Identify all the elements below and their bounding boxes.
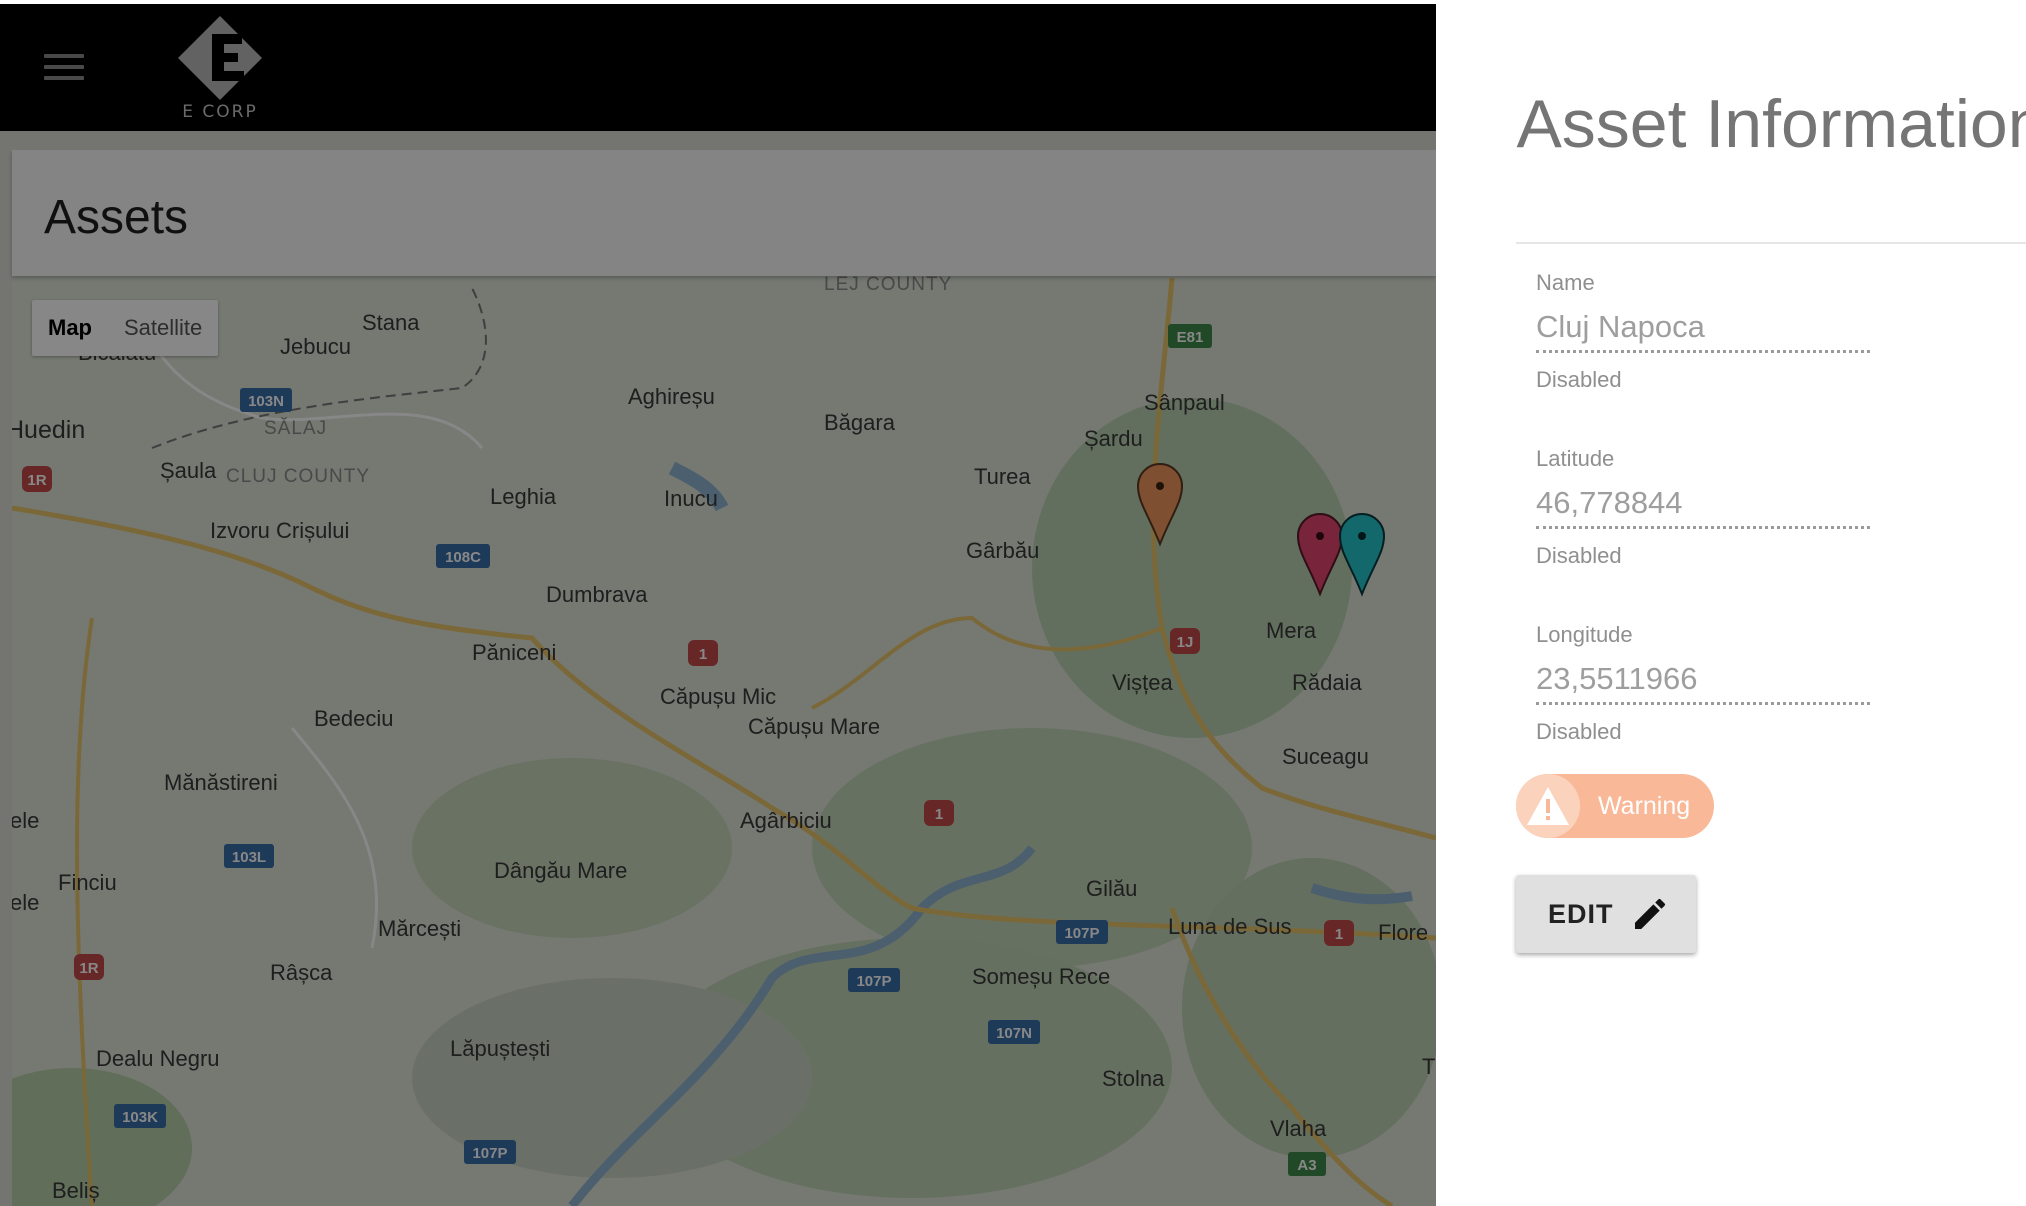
pencil-icon (1634, 898, 1665, 929)
name-field: Name Cluj Napoca Disabled (1536, 270, 1876, 393)
modal-backdrop[interactable] (0, 4, 1436, 1206)
latitude-input: 46,778844 (1536, 480, 1870, 529)
field-helper-text: Disabled (1536, 367, 1622, 392)
latitude-field: Latitude 46,778844 Disabled (1536, 446, 1876, 569)
field-label: Longitude (1536, 622, 1633, 647)
longitude-input: 23,5511966 (1536, 656, 1870, 705)
field-label: Name (1536, 270, 1595, 295)
app-area: E CORP SĂLAJ CLUJ COUNTY LEJ COUNTY Jebu… (0, 4, 1436, 1206)
asset-info-panel: Asset Information Name Cluj Napoca Disab… (1436, 4, 2026, 1206)
field-label: Latitude (1536, 446, 1615, 471)
edit-button[interactable]: EDIT (1516, 875, 1696, 953)
edit-button-label: EDIT (1548, 898, 1614, 929)
status-badge-label: Warning (1598, 791, 1691, 820)
panel-divider (1516, 242, 2026, 244)
warning-icon (1516, 774, 1580, 838)
name-input: Cluj Napoca (1536, 304, 1870, 353)
status-badge: Warning (1516, 774, 1714, 838)
field-helper-text: Disabled (1536, 543, 1622, 568)
field-helper-text: Disabled (1536, 719, 1622, 744)
panel-title: Asset Information (1516, 86, 2026, 162)
longitude-field: Longitude 23,5511966 Disabled (1536, 622, 1876, 745)
